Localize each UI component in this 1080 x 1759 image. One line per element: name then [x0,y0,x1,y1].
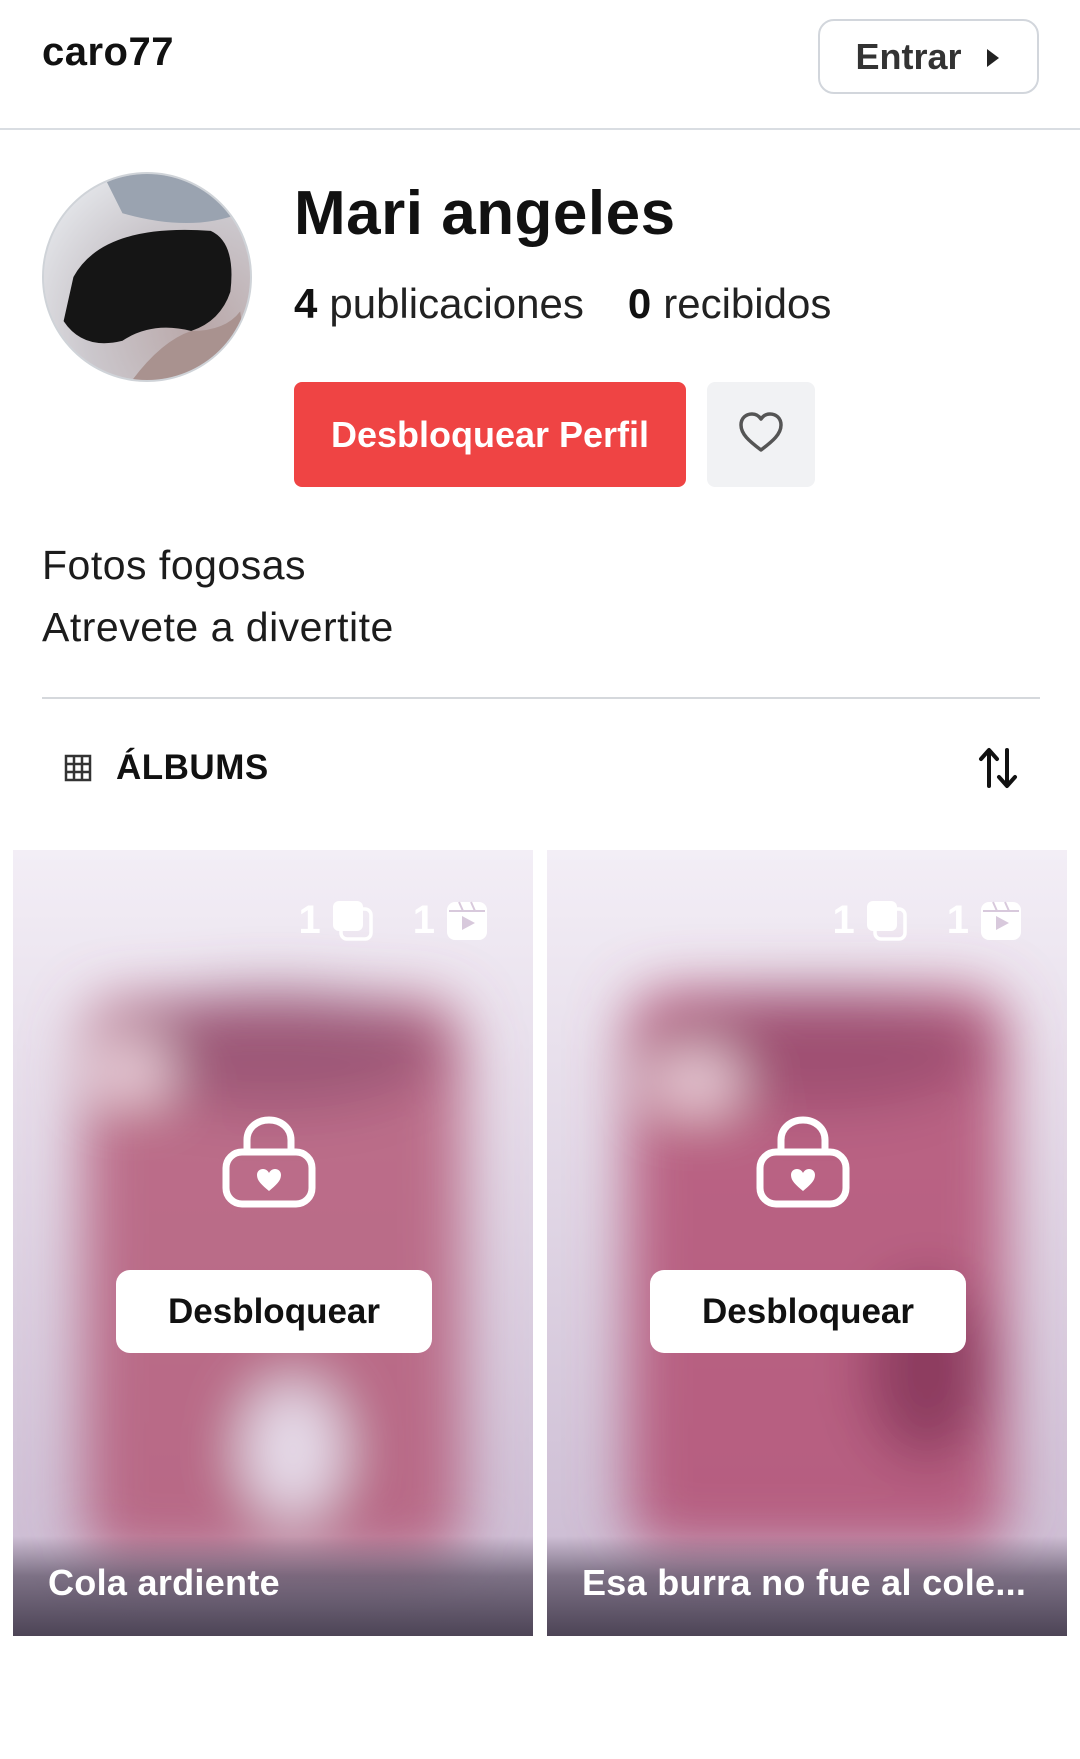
profile-name: Mari angeles [294,179,676,248]
photo-count: 1 [832,898,855,942]
album-card[interactable]: 1 1 Desbloquear Esa burra no fue al cole… [547,850,1067,1636]
lock-heart-icon [222,1116,316,1208]
caret-right-icon [984,36,1002,78]
album-caption: Esa burra no fue al cole... [547,1536,1067,1636]
avatar[interactable] [42,172,252,382]
unlock-album-button[interactable]: Desbloquear [650,1270,966,1353]
photos-stack-icon [865,899,909,943]
album-counts: 1 1 [299,898,490,943]
lock-heart-icon [756,1116,850,1208]
video-count: 1 [946,898,969,942]
albums-grid: 1 1 Desbloquear Cola ardiente 1 1 Desblo… [13,850,1067,1636]
album-card[interactable]: 1 1 Desbloquear Cola ardiente [13,850,533,1636]
top-bar: caro77 Entrar [0,0,1080,130]
unlock-profile-button[interactable]: Desbloquear Perfil [294,382,686,487]
unlock-album-button[interactable]: Desbloquear [116,1270,432,1353]
albums-tab[interactable]: ÁLBUMS [116,748,269,788]
posts-count: 4 [294,280,318,327]
bio-line: Fotos fogosas [42,542,307,588]
divider [42,697,1040,699]
login-button[interactable]: Entrar [818,19,1039,94]
photos-stack-icon [331,899,375,943]
favorite-button[interactable] [707,382,815,487]
profile-stats: 4 publicaciones 0 recibidos [294,280,831,328]
album-title: Esa burra no fue al cole... [582,1562,1027,1603]
sort-arrows-icon[interactable] [978,746,1018,790]
received-stat: 0 recibidos [628,280,831,328]
album-title: Cola ardiente [48,1562,280,1603]
posts-stat: 4 publicaciones [294,280,584,328]
video-count: 1 [412,898,435,942]
album-cover-blurred [13,850,533,1636]
username[interactable]: caro77 [42,30,174,75]
profile-bio: Fotos fogosas Atrevete a divertite [42,534,394,658]
heart-icon [737,410,785,459]
video-clapper-icon [445,900,489,942]
photo-count: 1 [298,898,321,942]
albums-section-header: ÁLBUMS [64,740,1018,796]
received-label: recibidos [663,280,832,327]
login-label: Entrar [855,35,962,77]
album-counts: 1 1 [833,898,1024,943]
received-count: 0 [627,280,652,327]
video-clapper-icon [979,900,1023,942]
posts-label: publicaciones [329,280,584,327]
grid-icon [64,754,92,782]
bio-line: Atrevete a divertite [42,604,394,650]
album-cover-blurred [547,850,1067,1636]
album-caption: Cola ardiente [13,1536,533,1636]
